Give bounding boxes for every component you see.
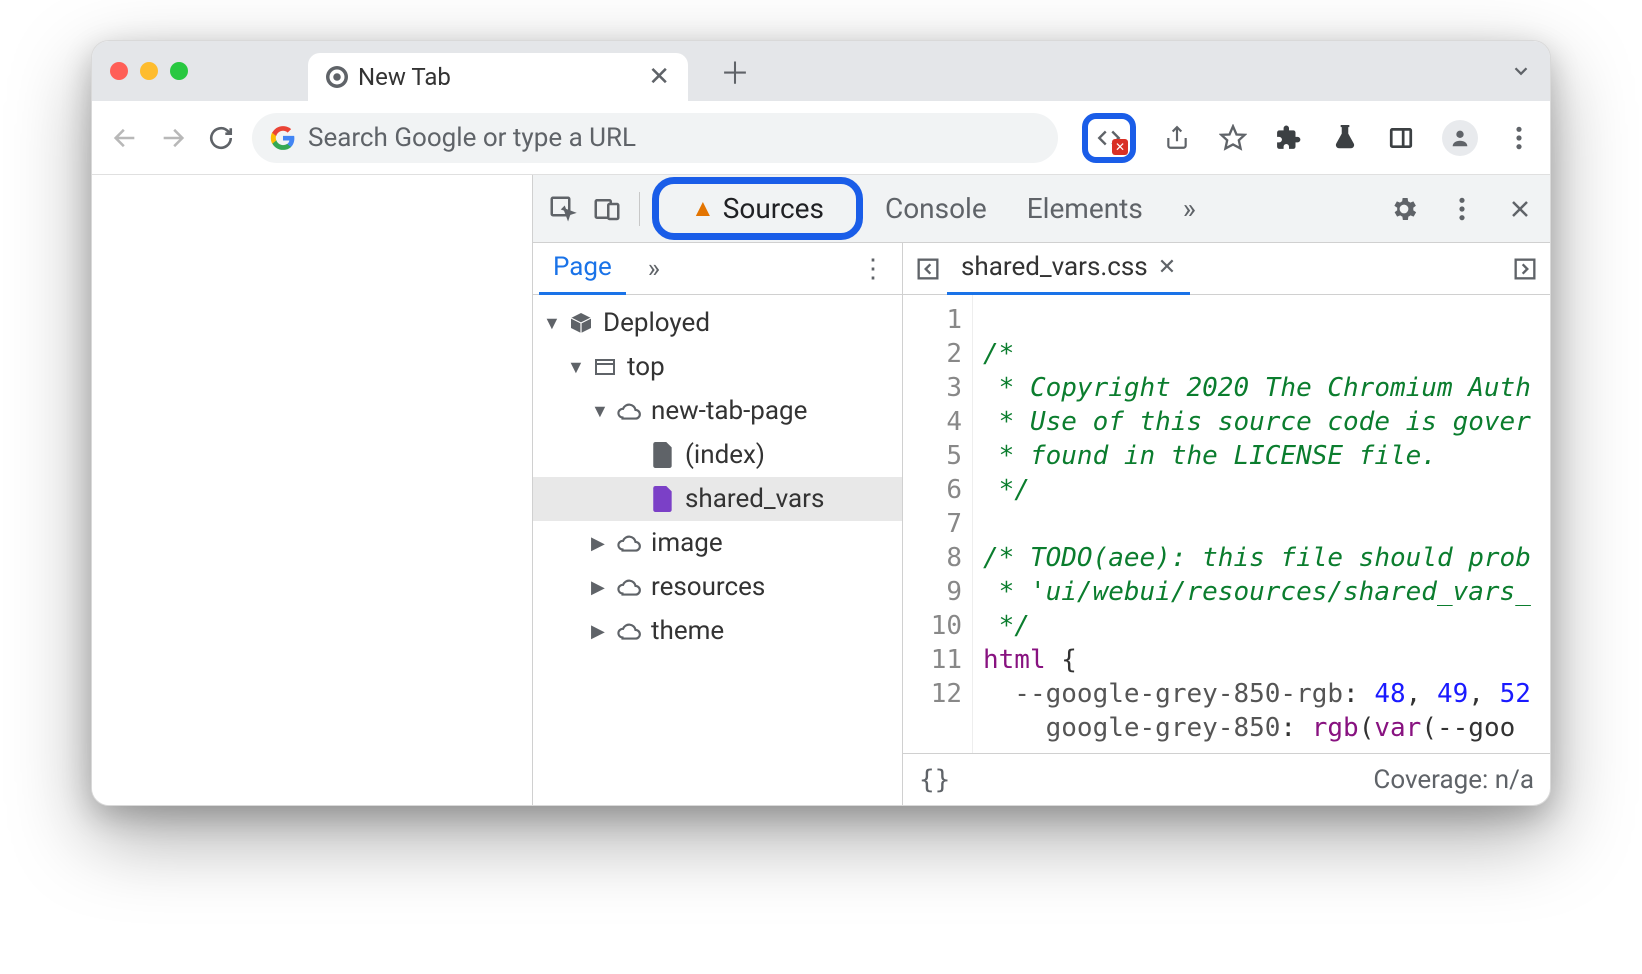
devtools-panel: ▲ Sources Console Elements » [532, 175, 1550, 805]
sources-tab-highlight: ▲ Sources [652, 177, 863, 240]
cloud-icon [615, 617, 643, 645]
navigator-tabs-overflow[interactable]: » [634, 244, 674, 294]
editor-tab-shared-vars[interactable]: shared_vars.css ✕ [947, 242, 1190, 295]
code-content: /* * Copyright 2020 The Chromium Auth * … [973, 295, 1550, 753]
file-icon [649, 441, 677, 469]
tab-console[interactable]: Console [867, 186, 1005, 231]
close-devtools-button[interactable] [1500, 189, 1540, 229]
navigator-tabs: Page » ⋮ [533, 243, 902, 295]
cloud-icon [615, 529, 643, 557]
editor-nav-right[interactable] [1506, 250, 1544, 288]
device-toolbar-button[interactable] [587, 189, 627, 229]
devtools-menu-button[interactable] [1442, 189, 1482, 229]
tree-node-resources[interactable]: ▶ resources [533, 565, 902, 609]
file-tree: ▼ Deployed ▼ top ▼ new-tab-page [533, 295, 902, 805]
devtools-indicator-highlight: ✕ [1082, 113, 1136, 163]
google-icon [270, 125, 296, 151]
close-editor-tab-button[interactable]: ✕ [1158, 255, 1176, 280]
tabs-overflow-button[interactable]: » [1165, 186, 1214, 231]
editor-footer: {} Coverage: n/a [903, 753, 1550, 805]
devtools-body: Page » ⋮ ▼ Deployed ▼ top [533, 243, 1550, 805]
tab-label: Sources [723, 192, 824, 225]
tree-label: resources [651, 572, 765, 602]
toolbar-actions: ✕ [1082, 113, 1534, 163]
tabs-dropdown-button[interactable] [1510, 60, 1532, 82]
labs-button[interactable] [1330, 123, 1360, 153]
navigator-tab-page[interactable]: Page [539, 242, 626, 295]
tree-label: theme [651, 616, 724, 646]
tree-node-new-tab-page[interactable]: ▼ new-tab-page [533, 389, 902, 433]
chrome-menu-button[interactable] [1504, 123, 1534, 153]
tree-node-shared-vars[interactable]: shared_vars [533, 477, 902, 521]
editor: shared_vars.css ✕ 123 456 789 101112 [903, 243, 1550, 805]
tab-sources[interactable]: ▲ Sources [673, 186, 842, 231]
window-controls [110, 62, 188, 80]
titlebar: New Tab ✕ ＋ [92, 41, 1550, 101]
tree-label: (index) [685, 440, 765, 470]
navigator-menu-button[interactable]: ⋮ [850, 254, 896, 284]
forward-button[interactable] [156, 121, 190, 155]
css-file-icon [649, 485, 677, 513]
toolbar: Search Google or type a URL ✕ [92, 101, 1550, 175]
address-bar[interactable]: Search Google or type a URL [252, 113, 1058, 163]
frame-icon [591, 353, 619, 381]
tab-title: New Tab [358, 63, 451, 91]
editor-tab-label: shared_vars.css [961, 252, 1148, 282]
inspect-element-button[interactable] [543, 189, 583, 229]
tree-label: top [627, 352, 665, 382]
separator [639, 192, 640, 226]
settings-button[interactable] [1384, 189, 1424, 229]
minimize-window-button[interactable] [140, 62, 158, 80]
tree-node-theme[interactable]: ▶ theme [533, 609, 902, 653]
tree-label: new-tab-page [651, 396, 807, 426]
tab-elements[interactable]: Elements [1009, 186, 1161, 231]
editor-nav-left[interactable] [909, 250, 947, 288]
devtools-toolbar: ▲ Sources Console Elements » [533, 175, 1550, 243]
editor-tabbar: shared_vars.css ✕ [903, 243, 1550, 295]
format-braces-button[interactable]: {} [919, 765, 950, 795]
new-tab-button[interactable]: ＋ [720, 49, 750, 93]
browser-tab[interactable]: New Tab ✕ [308, 53, 688, 101]
close-tab-button[interactable]: ✕ [648, 62, 670, 92]
extensions-button[interactable] [1274, 123, 1304, 153]
tree-label: Deployed [603, 308, 710, 338]
page-viewport [92, 175, 532, 805]
close-window-button[interactable] [110, 62, 128, 80]
box-icon [567, 309, 595, 337]
tree-node-image[interactable]: ▶ image [533, 521, 902, 565]
cloud-icon [615, 397, 643, 425]
cloud-icon [615, 573, 643, 601]
warning-icon: ▲ [691, 194, 715, 223]
content-row: ▲ Sources Console Elements » [92, 175, 1550, 805]
code-view[interactable]: 123 456 789 101112 /* * Copyright 2020 T… [903, 295, 1550, 753]
share-button[interactable] [1162, 123, 1192, 153]
tree-label: shared_vars [685, 484, 824, 514]
tree-label: image [651, 528, 723, 558]
tree-node-top[interactable]: ▼ top [533, 345, 902, 389]
bookmark-star-button[interactable] [1218, 123, 1248, 153]
side-panel-button[interactable] [1386, 123, 1416, 153]
devtools-error-icon[interactable]: ✕ [1094, 123, 1124, 153]
coverage-status: Coverage: n/a [1373, 765, 1534, 795]
reload-button[interactable] [204, 121, 238, 155]
back-button[interactable] [108, 121, 142, 155]
chrome-icon [326, 66, 348, 88]
omnibox-placeholder: Search Google or type a URL [308, 123, 636, 153]
navigator-sidebar: Page » ⋮ ▼ Deployed ▼ top [533, 243, 903, 805]
browser-window: New Tab ✕ ＋ Search Google or type a URL [91, 40, 1551, 806]
line-gutter: 123 456 789 101112 [903, 295, 973, 753]
maximize-window-button[interactable] [170, 62, 188, 80]
tree-node-index[interactable]: (index) [533, 433, 902, 477]
profile-button[interactable] [1442, 120, 1478, 156]
tree-node-deployed[interactable]: ▼ Deployed [533, 301, 902, 345]
